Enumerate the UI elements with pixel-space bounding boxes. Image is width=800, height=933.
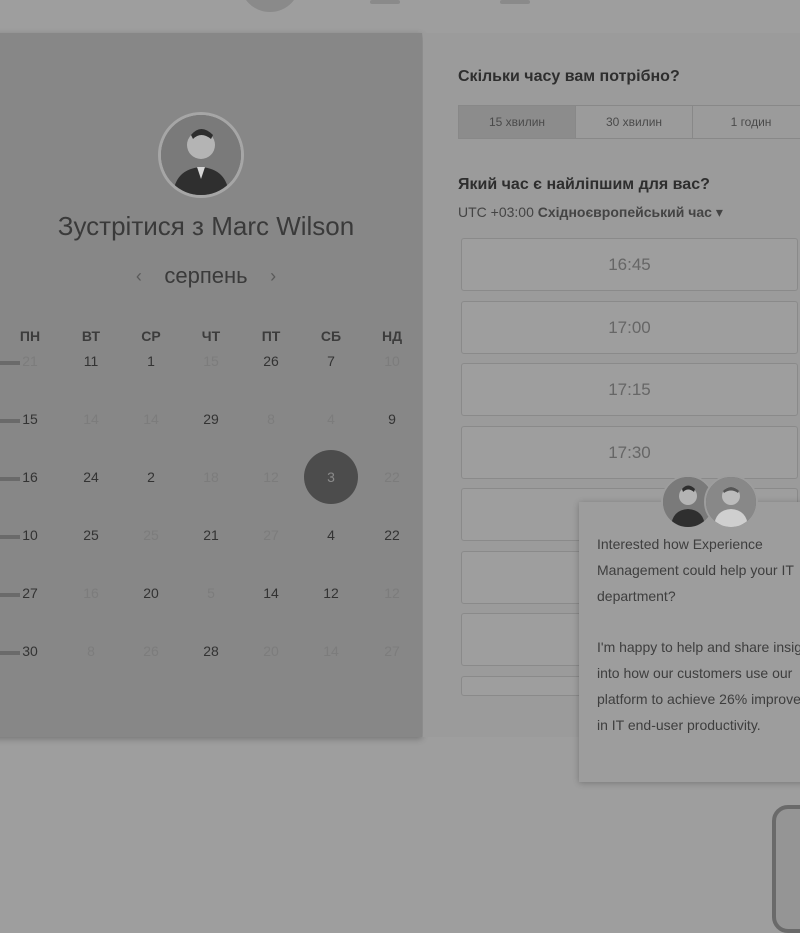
chat-launcher-widget[interactable] [772, 805, 800, 933]
calendar-day: 4 [327, 411, 335, 427]
calendar-day[interactable]: 1 [121, 353, 181, 369]
calendar-day: 20 [263, 643, 279, 659]
weekday-label: ВТ [81, 328, 101, 344]
calendar-day[interactable]: 25 [61, 527, 121, 543]
chat-paragraph: I'm happy to help and share insight into… [597, 639, 800, 733]
chat-agent-avatar [704, 475, 758, 529]
weekday-label: ПН [19, 328, 41, 344]
time-slot-button[interactable]: 17:00 [461, 300, 798, 354]
calendar-day[interactable]: 10 [0, 527, 60, 543]
duration-option-30min[interactable]: 30 хвилин [576, 106, 693, 138]
calendar-day[interactable]: 20 [121, 585, 181, 601]
chat-popup[interactable]: Interested how Experience Management cou… [579, 502, 800, 782]
weekday-label: НД [381, 328, 403, 344]
calendar-day[interactable]: 22 [362, 527, 422, 543]
time-slot-button[interactable]: 17:30 [461, 425, 798, 479]
calendar-day: 27 [384, 643, 400, 659]
calendar-day-selected[interactable]: 3 [304, 450, 358, 504]
calendar-day[interactable]: 21 [181, 527, 241, 543]
next-month-icon[interactable]: › [252, 266, 294, 287]
chevron-down-icon: ▾ [715, 204, 723, 220]
chat-message: Interested how Experience Management cou… [597, 532, 800, 738]
calendar-day[interactable]: 30 [0, 643, 60, 659]
duration-question: Скільки часу вам потрібно? [458, 68, 680, 85]
calendar-day[interactable]: 4 [301, 527, 361, 543]
calendar-day: 15 [203, 353, 219, 369]
logo-accent-bar [500, 0, 530, 4]
person-photo-icon [161, 115, 241, 195]
calendar-day: 25 [143, 527, 159, 543]
month-navigator: ‹ серпень › [0, 263, 422, 289]
page-title: Зустрітися з Marc Wilson [57, 211, 355, 241]
calendar-day: 26 [143, 643, 159, 659]
calendar-day[interactable]: 16 [0, 469, 60, 485]
calendar-panel: Зустрітися з Marc Wilson ‹ серпень › ПН В… [0, 33, 422, 737]
duration-selector: 15 хвилин 30 хвилин 1 годин [458, 105, 800, 139]
calendar-day: 27 [263, 527, 279, 543]
duration-option-15min[interactable]: 15 хвилин [459, 106, 576, 138]
calendar-day[interactable]: 26 [241, 353, 301, 369]
timezone-selector[interactable]: UTC +03:00 Східноєвропейський час ▾ [458, 204, 723, 221]
weekday-label: ЧТ [201, 328, 221, 344]
duration-option-1hour[interactable]: 1 годин [693, 106, 800, 138]
calendar-day[interactable]: 28 [181, 643, 241, 659]
calendar-day: 21 [22, 353, 38, 369]
calendar-day: 8 [87, 643, 95, 659]
calendar-day: 14 [323, 643, 339, 659]
month-label: серпень [164, 263, 248, 288]
calendar-day: 18 [203, 469, 219, 485]
logo-accent-bar [370, 0, 400, 4]
weekday-label: ПТ [261, 328, 281, 344]
calendar-day: 22 [384, 469, 400, 485]
calendar-day: 14 [143, 411, 159, 427]
chat-paragraph: Interested how Experience Management cou… [597, 536, 794, 604]
weekday-label: СБ [320, 328, 342, 344]
calendar-day[interactable]: 11 [61, 353, 121, 369]
calendar-day: 12 [384, 585, 400, 601]
calendar-day: 12 [263, 469, 279, 485]
calendar-day[interactable]: 15 [0, 411, 60, 427]
calendar-day[interactable]: 14 [241, 585, 301, 601]
calendar-day: 10 [384, 353, 400, 369]
time-slot-button[interactable]: 16:45 [461, 238, 798, 291]
calendar-day[interactable]: 29 [181, 411, 241, 427]
calendar-day[interactable]: 2 [121, 469, 181, 485]
calendar-day: 14 [83, 411, 99, 427]
host-avatar [158, 112, 244, 198]
calendar-day[interactable]: 12 [301, 585, 361, 601]
calendar-day[interactable]: 27 [0, 585, 60, 601]
timezone-offset: UTC +03:00 [458, 204, 534, 220]
prev-month-icon[interactable]: ‹ [118, 266, 160, 287]
calendar-day[interactable]: 7 [301, 353, 361, 369]
calendar-day: 8 [267, 411, 275, 427]
time-slot-button[interactable]: 17:15 [461, 363, 798, 416]
calendar-day: 5 [207, 585, 215, 601]
calendar-day[interactable]: 24 [61, 469, 121, 485]
calendar-day: 16 [83, 585, 99, 601]
weekday-label: СР [141, 328, 161, 344]
calendar-day[interactable]: 9 [362, 411, 422, 427]
person-photo-icon [706, 477, 756, 527]
timezone-name: Східноєвропейський час [537, 204, 712, 220]
time-question: Який час є найліпшим для вас? [458, 176, 710, 193]
brand-logo [240, 0, 300, 12]
